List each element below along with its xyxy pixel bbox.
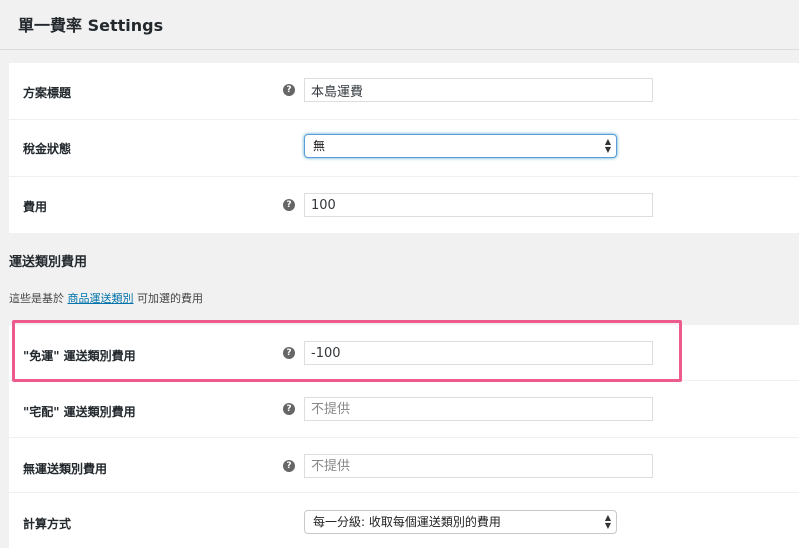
calculation-type-select[interactable]: 每一分級: 收取每個運送類別的費用 ▲ ▼ xyxy=(304,510,617,534)
class-costs-panel: "免運" 運送類別費用 ? "宅配" 運送類別費用 ? 無運送類別費用 ? 計算… xyxy=(9,325,799,548)
calculation-type-row: 計算方式 每一分級: 收取每個運送類別的費用 ▲ ▼ xyxy=(9,493,799,548)
select-arrows-icon: ▲ ▼ xyxy=(604,513,611,530)
help-icon[interactable]: ? xyxy=(283,84,295,96)
tax-status-select[interactable]: 無 ▲ ▼ xyxy=(304,134,617,158)
no-class-cost-input[interactable] xyxy=(304,454,653,478)
page-title: 單一費率 Settings xyxy=(18,16,164,35)
free-class-cost-row: "免運" 運送類別費用 ? xyxy=(9,325,799,381)
calculation-type-label: 計算方式 xyxy=(23,517,72,531)
help-icon[interactable]: ? xyxy=(283,403,295,415)
no-class-cost-label: 無運送類別費用 xyxy=(23,462,108,476)
description-prefix: 這些是基於 xyxy=(9,292,64,305)
description-suffix: 可加選的費用 xyxy=(137,292,203,305)
cost-label: 費用 xyxy=(23,200,48,214)
section-description: 這些是基於 商品運送類別 可加選的費用 xyxy=(9,290,203,306)
no-class-cost-row: 無運送類別費用 ? xyxy=(9,438,799,493)
help-icon[interactable]: ? xyxy=(283,199,295,211)
method-title-label: 方案標題 xyxy=(23,86,72,100)
select-arrows-icon: ▲ ▼ xyxy=(604,137,611,154)
tax-status-value: 無 xyxy=(313,139,326,153)
help-icon[interactable]: ? xyxy=(283,460,295,472)
method-title-row: 方案標題 ? xyxy=(9,63,799,120)
method-title-input[interactable] xyxy=(304,78,653,102)
delivery-class-cost-input[interactable] xyxy=(304,397,653,421)
cost-input[interactable] xyxy=(304,193,653,217)
shipping-classes-link[interactable]: 商品運送類別 xyxy=(68,292,134,305)
section-title: 運送類別費用 xyxy=(9,255,88,270)
free-class-cost-label: "免運" 運送類別費用 xyxy=(23,349,136,363)
free-class-cost-input[interactable] xyxy=(304,341,653,365)
calculation-type-value: 每一分級: 收取每個運送類別的費用 xyxy=(313,515,501,529)
help-icon[interactable]: ? xyxy=(283,347,295,359)
general-settings-panel: 方案標題 ? 稅金狀態 無 ▲▼ 費用 ? xyxy=(9,63,799,233)
delivery-class-cost-row: "宅配" 運送類別費用 ? xyxy=(9,381,799,438)
delivery-class-cost-label: "宅配" 運送類別費用 xyxy=(23,405,136,419)
tax-status-label: 稅金狀態 xyxy=(23,142,72,156)
cost-row: 費用 ? xyxy=(9,177,799,233)
tax-status-row: 稅金狀態 無 ▲ ▼ xyxy=(9,120,799,177)
page-header: 單一費率 Settings xyxy=(0,0,799,50)
